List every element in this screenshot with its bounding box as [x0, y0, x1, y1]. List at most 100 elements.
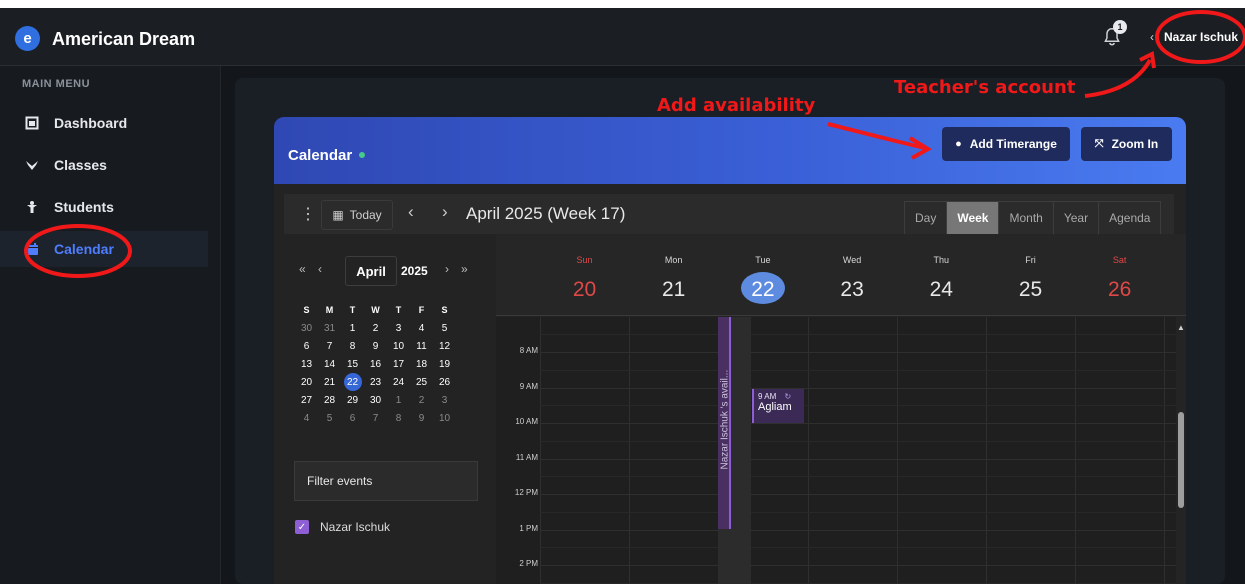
day-divider: [807, 317, 809, 584]
mini-day[interactable]: 29: [341, 391, 364, 409]
mini-day[interactable]: 14: [318, 355, 341, 373]
scrollbar-thumb[interactable]: [1178, 412, 1184, 508]
sidebar-item-dashboard[interactable]: Dashboard: [0, 105, 208, 141]
mini-day[interactable]: 8: [341, 337, 364, 355]
mini-day[interactable]: 2: [410, 391, 433, 409]
view-month-button[interactable]: Month: [999, 202, 1054, 234]
day-of-week: Mon: [664, 255, 683, 265]
mini-day[interactable]: 16: [364, 355, 387, 373]
prev-week-icon[interactable]: ‹: [408, 202, 414, 222]
mini-day[interactable]: 31: [318, 319, 341, 337]
mini-day[interactable]: 4: [410, 319, 433, 337]
mini-day[interactable]: 20: [295, 373, 318, 391]
week-grid: Nazar Ischuk 's avail... 9 AM ↻ Agliam ▲…: [496, 317, 1186, 584]
add-timerange-button[interactable]: ● Add Timerange: [942, 127, 1070, 161]
mini-day[interactable]: 22: [341, 373, 364, 391]
next-year-icon[interactable]: »: [461, 262, 468, 276]
mini-day[interactable]: 7: [318, 337, 341, 355]
day-divider: [629, 317, 631, 584]
filter-events-input[interactable]: Filter events: [294, 461, 478, 501]
mini-day[interactable]: 9: [410, 409, 433, 427]
day-header-thu[interactable]: Thu 24: [897, 234, 986, 316]
next-month-icon[interactable]: ›: [445, 262, 449, 276]
mini-calendar-grid: S M T W T F S 30 31 1 2 3 4 5 6 7 8 9 10 11 12 13 14 15 16 17 18 19…: [295, 301, 456, 427]
day-header-sun[interactable]: Sun 20: [540, 234, 629, 316]
availability-block[interactable]: Nazar Ischuk 's avail...: [718, 317, 731, 529]
mini-day[interactable]: 5: [318, 409, 341, 427]
mini-day[interactable]: 21: [318, 373, 341, 391]
day-header-sat[interactable]: Sat 26: [1075, 234, 1164, 316]
sidebar: MAIN MENU Dashboard Classes Students Cal…: [0, 66, 221, 584]
mini-day[interactable]: 13: [295, 355, 318, 373]
day-header-wed[interactable]: Wed 23: [808, 234, 897, 316]
view-year-button[interactable]: Year: [1054, 202, 1100, 234]
sidebar-item-students[interactable]: Students: [0, 189, 208, 225]
mini-day[interactable]: 23: [364, 373, 387, 391]
day-of-week: Thu: [933, 255, 950, 265]
mini-day[interactable]: 19: [433, 355, 456, 373]
view-agenda-button[interactable]: Agenda: [1099, 202, 1160, 234]
half-hour-line: [540, 476, 1180, 478]
calendar-toolbar: ⋮ ▦ Today ‹ › April 2025 (Week 17) Day W…: [284, 194, 1174, 235]
sidebar-item-calendar[interactable]: Calendar: [0, 231, 208, 267]
app-title[interactable]: American Dream: [52, 29, 195, 50]
hour-line: [540, 387, 1180, 389]
sidebar-item-label: Dashboard: [54, 115, 128, 131]
mini-day[interactable]: 28: [318, 391, 341, 409]
mini-day[interactable]: 3: [433, 391, 456, 409]
mini-day[interactable]: 1: [387, 391, 410, 409]
month-select[interactable]: April: [345, 256, 397, 286]
mini-day[interactable]: 18: [410, 355, 433, 373]
time-label: 12 PM: [514, 488, 538, 497]
more-vertical-icon[interactable]: ⋮: [300, 204, 316, 224]
today-button[interactable]: ▦ Today: [321, 200, 393, 230]
add-timerange-label: Add Timerange: [969, 137, 1057, 151]
mini-day[interactable]: 26: [433, 373, 456, 391]
year-select[interactable]: 2025: [401, 264, 428, 278]
mini-day[interactable]: 5: [433, 319, 456, 337]
mini-day[interactable]: 24: [387, 373, 410, 391]
mini-day[interactable]: 17: [387, 355, 410, 373]
scroll-up-icon[interactable]: ▲: [1176, 323, 1186, 332]
weekday-header: W: [371, 305, 380, 315]
time-label: 9 AM: [519, 381, 538, 391]
mini-day[interactable]: 4: [295, 409, 318, 427]
hour-line: [540, 565, 1180, 566]
view-day-button[interactable]: Day: [905, 202, 948, 234]
view-week-button[interactable]: Week: [947, 202, 1000, 234]
mini-day[interactable]: 10: [387, 337, 410, 355]
app-logo-icon[interactable]: e: [15, 26, 40, 51]
mini-day[interactable]: 10: [433, 409, 456, 427]
mini-day[interactable]: 30: [295, 319, 318, 337]
weekday-header: S: [441, 305, 448, 315]
chevron-left-icon[interactable]: ‹: [1150, 30, 1154, 44]
mini-day[interactable]: 9: [364, 337, 387, 355]
day-header-mon[interactable]: Mon 21: [629, 234, 718, 316]
mini-day[interactable]: 6: [295, 337, 318, 355]
calendar-filter-item[interactable]: ✓ Nazar Ischuk: [295, 520, 390, 534]
next-week-icon[interactable]: ›: [442, 202, 448, 222]
week-view: Sun 20 Mon 21 Tue 22 Wed 23 Thu 24 Fri 25 Sat 26 Naza…: [496, 234, 1186, 584]
mini-day[interactable]: 30: [364, 391, 387, 409]
day-header-fri[interactable]: Fri 25: [986, 234, 1075, 316]
mini-day[interactable]: 1: [341, 319, 364, 337]
zoom-in-button[interactable]: ⤧ Zoom In: [1081, 127, 1172, 161]
mini-day[interactable]: 7: [364, 409, 387, 427]
calendar-icon: [24, 242, 40, 256]
calendar-event[interactable]: 9 AM ↻ Agliam: [752, 389, 804, 423]
prev-year-icon[interactable]: «: [299, 262, 306, 276]
prev-month-icon[interactable]: ‹: [318, 262, 322, 276]
mini-day[interactable]: 11: [410, 337, 433, 355]
mini-day[interactable]: 27: [295, 391, 318, 409]
mini-day[interactable]: 8: [387, 409, 410, 427]
day-header-tue[interactable]: Tue 22: [718, 234, 807, 316]
mini-day[interactable]: 15: [341, 355, 364, 373]
user-name[interactable]: Nazar Ischuk: [1164, 30, 1238, 44]
mini-day[interactable]: 2: [364, 319, 387, 337]
checkbox-checked-icon[interactable]: ✓: [295, 520, 309, 534]
mini-day[interactable]: 25: [410, 373, 433, 391]
sidebar-item-classes[interactable]: Classes: [0, 147, 208, 183]
mini-day[interactable]: 6: [341, 409, 364, 427]
mini-day[interactable]: 3: [387, 319, 410, 337]
mini-day[interactable]: 12: [433, 337, 456, 355]
